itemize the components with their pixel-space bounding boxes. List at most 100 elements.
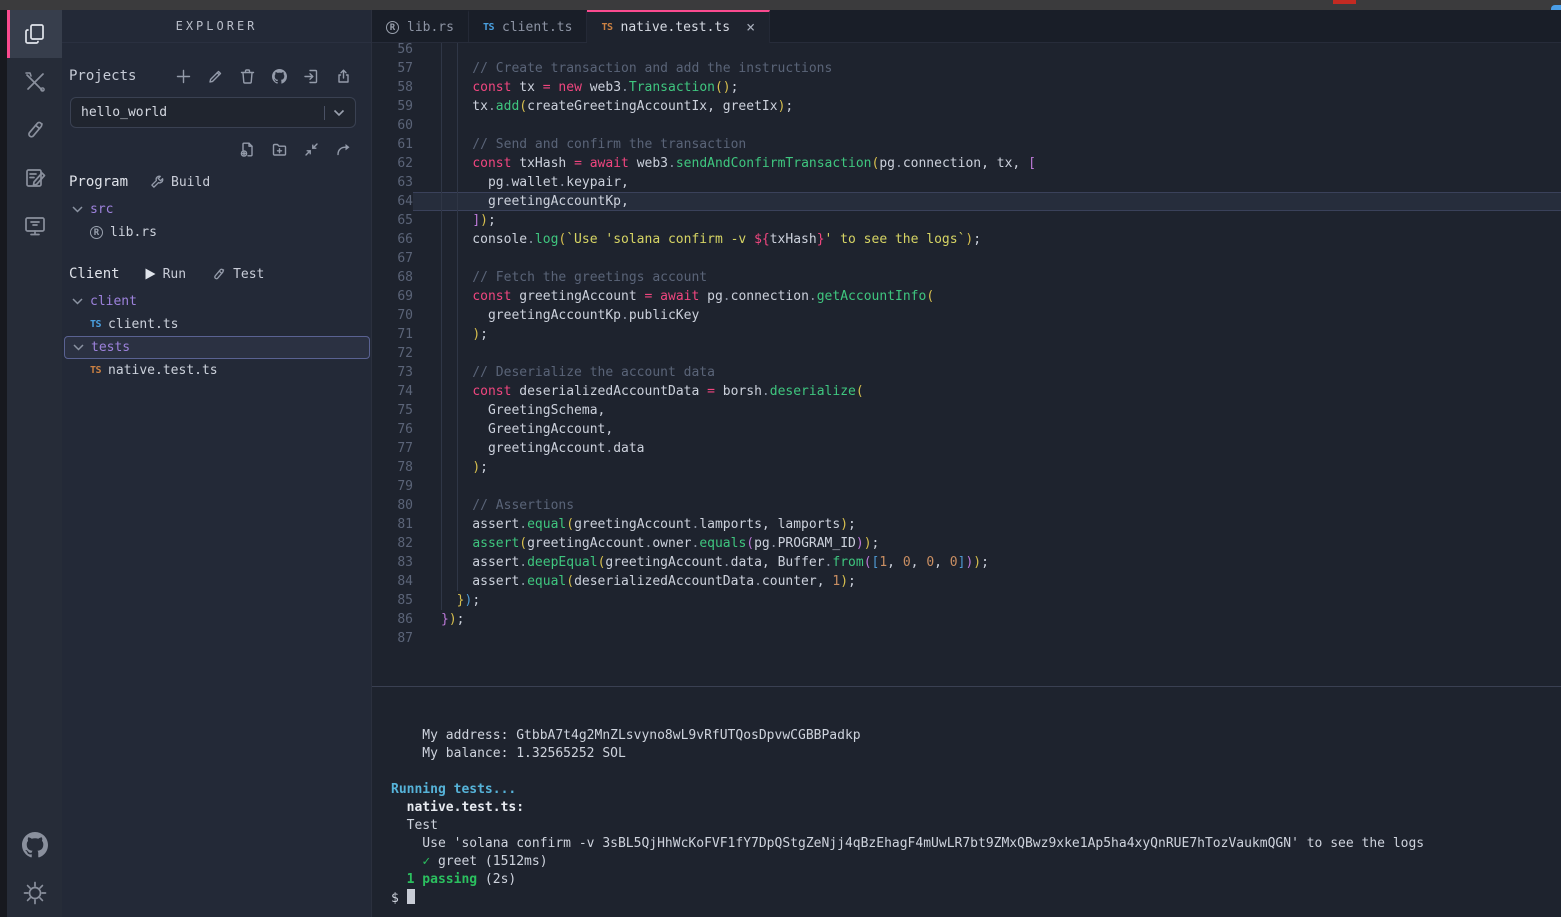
activity-item-programs[interactable] [7, 202, 62, 250]
wrench-icon [150, 175, 164, 189]
activity-item-tutorials[interactable] [7, 154, 62, 202]
line-number: 64 [372, 192, 413, 211]
terminal-line [391, 763, 1561, 781]
code-line-79[interactable]: 79 [372, 477, 1561, 496]
file-row-lib-rs[interactable]: R lib.rs [62, 221, 371, 244]
delete-project-icon[interactable] [240, 69, 255, 84]
code-line-83[interactable]: 83 assert.deepEqual(greetingAccount.data… [372, 553, 1561, 572]
code-line-86[interactable]: 86}); [372, 610, 1561, 629]
folder-row-src[interactable]: src [62, 198, 371, 221]
tab-label: lib.rs [407, 20, 454, 35]
code-line-56[interactable]: 56 [372, 43, 1561, 59]
file-actions-row [62, 142, 351, 157]
line-number: 66 [372, 230, 413, 249]
client-tree: client TS client.ts tests TS native.test… [62, 290, 371, 382]
file-row-native-test-ts[interactable]: TS native.test.ts [62, 359, 371, 382]
chevron-down-icon [73, 344, 84, 351]
explorer-sidebar: EXPLORER Projects [62, 10, 372, 917]
chevron-down-icon[interactable] [333, 109, 345, 117]
run-button[interactable]: Run [145, 267, 186, 282]
window-left-edge [0, 10, 7, 917]
folder-row-client[interactable]: client [62, 290, 371, 313]
test-button[interactable]: Test [212, 267, 264, 282]
line-number: 58 [372, 78, 413, 97]
terminal-line: Test [391, 817, 1561, 835]
terminal-line: My balance: 1.32565252 SOL [391, 745, 1561, 763]
terminal-panel[interactable]: My address: GtbbA7t4g2MnZLsvyno8wL9vRfUT… [372, 686, 1561, 917]
tab-client.ts[interactable]: TSclient.ts [469, 10, 588, 42]
import-project-icon[interactable] [304, 69, 319, 84]
code-line-85[interactable]: 85 }); [372, 591, 1561, 610]
code-line-87[interactable]: 87 [372, 629, 1561, 648]
code-line-64[interactable]: 64 greetingAccountKp, [372, 192, 1561, 211]
code-text: const tx = new web3.Transaction(); [413, 78, 1561, 97]
tab-native.test.ts[interactable]: TSnative.test.ts× [587, 10, 770, 43]
line-number: 77 [372, 439, 413, 458]
github-project-icon[interactable] [272, 69, 287, 84]
code-line-69[interactable]: 69 const greetingAccount = await pg.conn… [372, 287, 1561, 306]
code-line-81[interactable]: 81 assert.equal(greetingAccount.lamports… [372, 515, 1561, 534]
folder-row-tests[interactable]: tests [64, 336, 370, 359]
rename-project-icon[interactable] [208, 69, 223, 84]
line-number: 65 [372, 211, 413, 230]
collapse-folders-icon[interactable] [304, 142, 319, 157]
code-line-62[interactable]: 62 const txHash = await web3.sendAndConf… [372, 154, 1561, 173]
chrome-corner-accent [1551, 5, 1561, 10]
code-line-60[interactable]: 60 [372, 116, 1561, 135]
share-icon[interactable] [336, 142, 351, 157]
line-number: 70 [372, 306, 413, 325]
code-line-61[interactable]: 61 // Send and confirm the transaction [372, 135, 1561, 154]
code-line-77[interactable]: 77 greetingAccount.data [372, 439, 1561, 458]
close-icon[interactable]: × [746, 20, 755, 35]
code-line-67[interactable]: 67 [372, 249, 1561, 268]
gear-icon [22, 880, 48, 906]
tab-lib.rs[interactable]: Rlib.rs [372, 10, 469, 42]
code-line-70[interactable]: 70 greetingAccountKp.publicKey [372, 306, 1561, 325]
code-line-71[interactable]: 71 ); [372, 325, 1561, 344]
code-line-57[interactable]: 57 // Create transaction and add the ins… [372, 59, 1561, 78]
activity-item-settings[interactable] [7, 869, 62, 917]
activity-item-github[interactable] [7, 821, 62, 869]
activity-item-build-tools[interactable] [7, 58, 62, 106]
line-number: 87 [372, 629, 413, 648]
code-line-58[interactable]: 58 const tx = new web3.Transaction(); [372, 78, 1561, 97]
build-button[interactable]: Build [150, 175, 210, 190]
code-line-73[interactable]: 73 // Deserialize the account data [372, 363, 1561, 382]
code-text [413, 477, 1561, 496]
code-line-82[interactable]: 82 assert(greetingAccount.owner.equals(p… [372, 534, 1561, 553]
code-line-74[interactable]: 74 const deserializedAccountData = borsh… [372, 382, 1561, 401]
test-tube-icon [22, 117, 48, 143]
tab-label: native.test.ts [621, 20, 731, 35]
new-file-icon[interactable] [240, 142, 255, 157]
code-line-75[interactable]: 75 GreetingSchema, [372, 401, 1561, 420]
folder-label: client [90, 294, 137, 309]
code-line-76[interactable]: 76 GreetingAccount, [372, 420, 1561, 439]
code-text: tx.add(createGreetingAccountIx, greetIx)… [413, 97, 1561, 116]
code-text: greetingAccount.data [413, 439, 1561, 458]
activity-item-explorer[interactable] [7, 10, 62, 58]
code-text: assert.equal(greetingAccount.lamports, l… [413, 515, 1561, 534]
line-number: 84 [372, 572, 413, 591]
project-select[interactable]: hello_world [70, 97, 356, 128]
new-folder-icon[interactable] [272, 142, 287, 157]
file-row-client-ts[interactable]: TS client.ts [62, 313, 371, 336]
code-line-80[interactable]: 80 // Assertions [372, 496, 1561, 515]
code-line-68[interactable]: 68 // Fetch the greetings account [372, 268, 1561, 287]
code-line-78[interactable]: 78 ); [372, 458, 1561, 477]
code-line-66[interactable]: 66 console.log(`Use 'solana confirm -v $… [372, 230, 1561, 249]
code-line-72[interactable]: 72 [372, 344, 1561, 363]
activity-item-test[interactable] [7, 106, 62, 154]
export-project-icon[interactable] [336, 69, 351, 84]
code-text: const txHash = await web3.sendAndConfirm… [413, 154, 1561, 173]
terminal-line: Running tests... [391, 781, 1561, 799]
code-line-84[interactable]: 84 assert.equal(deserializedAccountData.… [372, 572, 1561, 591]
typescript-icon: TS [90, 319, 101, 330]
code-line-65[interactable]: 65 ]); [372, 211, 1561, 230]
code-text: // Send and confirm the transaction [413, 135, 1561, 154]
code-line-63[interactable]: 63 pg.wallet.keypair, [372, 173, 1561, 192]
code-editor[interactable]: 5657 // Create transaction and add the i… [372, 43, 1561, 686]
terminal-line: native.test.ts: [391, 799, 1561, 817]
chevron-down-icon [72, 298, 83, 305]
code-line-59[interactable]: 59 tx.add(createGreetingAccountIx, greet… [372, 97, 1561, 116]
new-project-icon[interactable] [176, 69, 191, 84]
